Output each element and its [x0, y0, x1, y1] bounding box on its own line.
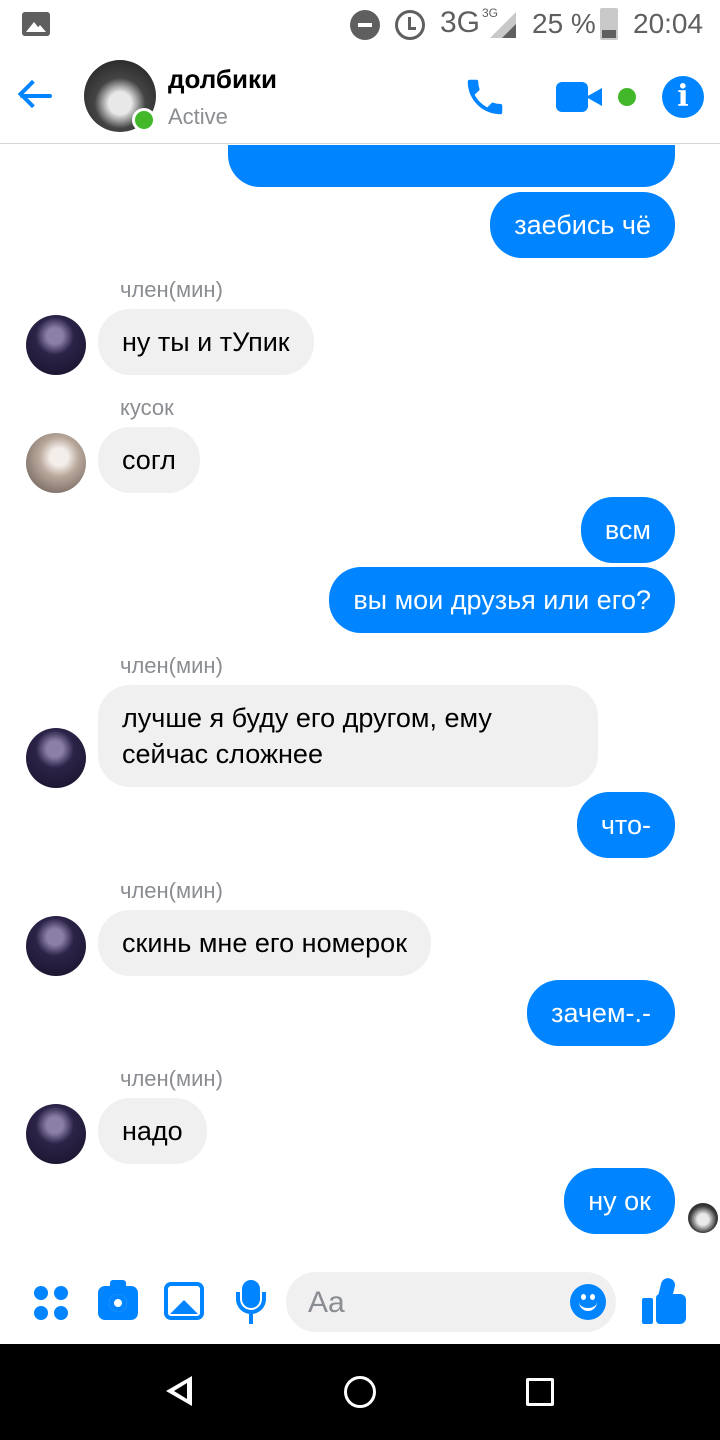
sender-name: член(мин) — [120, 1066, 223, 1091]
previous-message-bubble[interactable] — [228, 145, 675, 187]
message-bubble-outgoing[interactable]: заебись чё — [490, 192, 675, 258]
video-active-dot — [618, 88, 636, 106]
message-bubble-incoming[interactable]: надо — [98, 1098, 207, 1164]
nav-recents-icon[interactable] — [526, 1378, 554, 1406]
message-bubble-outgoing[interactable]: что- — [576, 792, 675, 858]
nav-back-icon[interactable] — [166, 1376, 196, 1406]
microphone-icon[interactable] — [234, 1280, 268, 1324]
clock: 20:04 — [633, 8, 704, 39]
sender-avatar[interactable] — [26, 433, 86, 493]
sender-avatar[interactable] — [26, 916, 86, 976]
message-list[interactable]: заебись чё член(мин) ну ты и тУпик кусок… — [0, 145, 720, 1255]
signal-icon — [490, 12, 516, 38]
seen-receipt-avatar — [688, 1203, 718, 1233]
message-bubble-outgoing[interactable]: зачем-.- — [527, 980, 675, 1046]
back-arrow-icon[interactable] — [16, 76, 56, 116]
message-bubble-incoming[interactable]: скинь мне его номерок — [98, 910, 432, 976]
active-status-dot — [132, 108, 156, 132]
more-icon[interactable] — [34, 1286, 70, 1322]
sender-avatar[interactable] — [26, 315, 86, 375]
sender-avatar[interactable] — [26, 1104, 86, 1164]
phone-icon[interactable] — [462, 74, 508, 120]
gallery-icon[interactable] — [164, 1282, 204, 1320]
message-bubble-outgoing[interactable]: вы мои друзья или его? — [329, 567, 675, 633]
message-bubble-incoming[interactable]: ну ты и тУпик — [98, 309, 314, 375]
battery-percent: 25 % — [532, 8, 596, 39]
info-icon[interactable]: i — [662, 76, 704, 118]
message-bubble-outgoing[interactable]: всм — [580, 497, 675, 563]
chat-header: долбики Active i — [0, 50, 720, 144]
emoji-icon[interactable] — [570, 1284, 606, 1320]
nav-home-icon[interactable] — [344, 1376, 376, 1408]
camera-icon[interactable] — [98, 1280, 138, 1320]
video-camera-icon[interactable] — [556, 82, 606, 112]
sender-name: член(мин) — [120, 653, 223, 678]
composer-bar: Aa — [0, 1256, 720, 1344]
system-nav-bar — [0, 1344, 720, 1440]
sender-avatar[interactable] — [26, 728, 86, 788]
message-input-placeholder: Aa — [308, 1286, 345, 1319]
message-bubble-incoming[interactable]: согл — [98, 427, 200, 493]
message-input[interactable]: Aa — [286, 1272, 616, 1332]
image-notification-icon — [22, 12, 50, 36]
chat-status: Active — [168, 104, 228, 129]
network-type: 3G — [440, 6, 481, 39]
thumbs-up-icon[interactable] — [640, 1276, 690, 1326]
sender-name: кусок — [120, 395, 174, 420]
do-not-disturb-icon — [350, 10, 380, 40]
message-bubble-outgoing[interactable]: ну ок — [564, 1168, 675, 1234]
alarm-icon — [395, 10, 425, 40]
sender-name: член(мин) — [120, 878, 223, 903]
status-bar: 3G 3G 25 % 20:04 — [0, 0, 720, 50]
battery-icon — [600, 8, 618, 40]
chat-title[interactable]: долбики — [168, 64, 277, 95]
sender-name: член(мин) — [120, 277, 223, 302]
message-bubble-incoming[interactable]: лучше я буду его другом, ему сейчас слож… — [98, 685, 598, 787]
